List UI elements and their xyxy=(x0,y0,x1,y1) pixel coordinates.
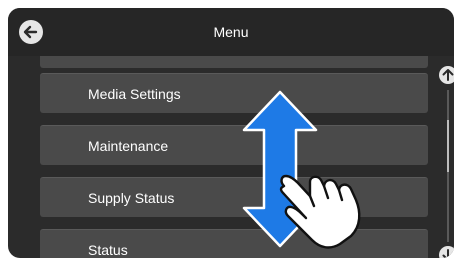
scroll-up-button[interactable] xyxy=(438,65,454,85)
scrollbar-thumb[interactable] xyxy=(447,120,449,172)
printer-screen: Menu Media Settings Maintenance Supply S… xyxy=(8,8,454,258)
menu-item-label: Maintenance xyxy=(88,138,169,154)
menu-item-label: Status xyxy=(88,242,128,258)
menu-item-partial[interactable] xyxy=(40,56,428,68)
scroll-down-button[interactable] xyxy=(438,245,454,258)
page-title: Menu xyxy=(213,24,249,40)
swipe-vertical-hand-icon xyxy=(242,90,361,249)
menu-item-label: Media Settings xyxy=(88,86,181,102)
pointing-hand-shape xyxy=(279,174,361,249)
header-bar: Menu xyxy=(8,8,454,56)
menu-item-label: Supply Status xyxy=(88,190,175,206)
